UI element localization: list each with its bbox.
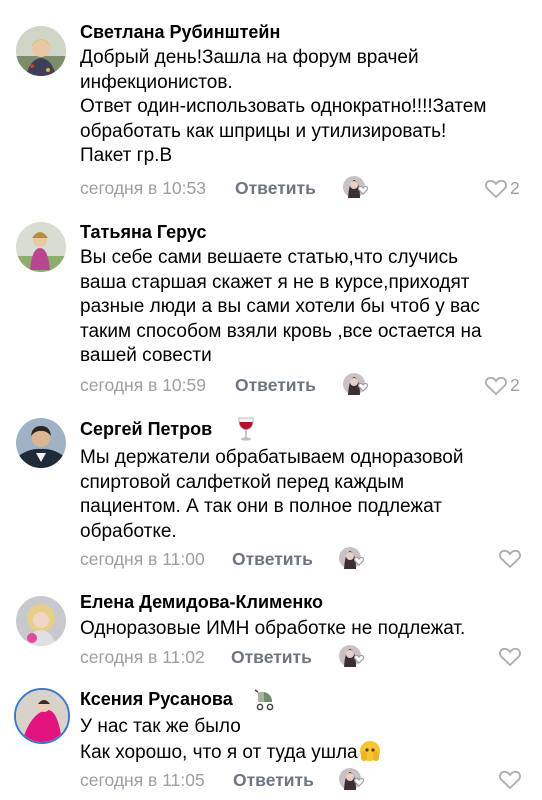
like-button[interactable]: [498, 647, 524, 667]
comment-text: Вы себе сами вешаете статью,что случись …: [80, 246, 528, 369]
avatar[interactable]: [16, 596, 66, 646]
reaction-avatar-icon[interactable]: [338, 545, 368, 571]
face-peeking-icon: [359, 740, 381, 770]
comment-meta: сегодня в 10:53 Ответить 2: [80, 176, 530, 200]
comment-text: Одноразовые ИМН обработке не подлежат.: [80, 617, 528, 642]
timestamp: сегодня в 11:02: [80, 647, 205, 667]
like-button[interactable]: 2: [484, 375, 520, 396]
heart-icon: [485, 376, 507, 395]
heart-icon: [499, 549, 521, 569]
comment-line: У нас так же было: [80, 716, 241, 737]
comment-line: спиртовой салфеткой перед каждым: [80, 471, 405, 493]
timestamp: сегодня в 10:59: [80, 375, 206, 395]
comment-line: разные люди а вы сами хотели бы чтоб у в…: [80, 296, 480, 317]
reply-button[interactable]: Ответить: [235, 178, 316, 199]
like-button[interactable]: 2: [484, 178, 520, 199]
comment-meta: сегодня в 11:05 Ответить: [80, 768, 530, 792]
reaction-avatar-icon[interactable]: [338, 643, 368, 669]
timestamp: сегодня в 10:53: [80, 178, 206, 198]
avatar[interactable]: [16, 222, 66, 272]
reply-button[interactable]: Ответить: [233, 770, 314, 791]
comment-line: обработать как шприцы и утилизировать!: [80, 120, 447, 142]
avatar[interactable]: [16, 418, 66, 468]
like-count: 2: [510, 178, 520, 198]
reply-button[interactable]: Ответить: [231, 647, 312, 668]
comment-line: пациентом. А так они в полное подлежат: [80, 496, 442, 517]
heart-icon: [499, 770, 521, 790]
comment-line: Пакет гр.В: [80, 145, 173, 166]
heart-icon: [485, 179, 507, 198]
comment-line: Как хорошо, что я от туда ушла: [80, 740, 528, 770]
timestamp: сегодня в 11:00: [80, 549, 205, 569]
comment-line: Одноразовые ИМН обработке не подлежат.: [80, 618, 466, 639]
comment-line: обработке.: [80, 520, 177, 542]
like-button[interactable]: [498, 770, 524, 790]
comment-meta: сегодня в 10:59 Ответить 2: [80, 373, 530, 397]
comment-line: Добрый день!Зашла на форум врачей: [80, 47, 419, 68]
author-name[interactable]: Светлана Рубинштейн: [80, 22, 280, 43]
reply-button[interactable]: Ответить: [235, 375, 316, 396]
comment-line: Ответ один-использовать однократно!!!!За…: [80, 96, 487, 117]
comment-line: вашей совести: [80, 345, 212, 366]
comment-line-text: Как хорошо, что я от туда ушла: [80, 741, 358, 763]
author-name[interactable]: Елена Демидова-Клименко: [80, 592, 323, 613]
comment-meta: сегодня в 11:00 Ответить: [80, 547, 530, 571]
reaction-avatar-icon[interactable]: [342, 174, 372, 200]
comment-line: инфекционистов.: [80, 71, 233, 93]
reaction-avatar-icon[interactable]: [342, 371, 372, 397]
comment-line: Мы держатели обрабатываем одноразовой: [80, 447, 464, 468]
comment-line: Вы себе сами вешаете статью,что случись: [80, 247, 459, 268]
avatar[interactable]: [16, 26, 66, 76]
comment-text: Добрый день!Зашла на форум врачей инфекц…: [80, 46, 528, 169]
reaction-avatar-icon[interactable]: [338, 766, 368, 792]
reply-button[interactable]: Ответить: [232, 549, 313, 570]
author-name[interactable]: Сергей Петров: [80, 419, 212, 440]
avatar[interactable]: [14, 688, 70, 744]
comment-text: Мы держатели обрабатываем одноразовой сп…: [80, 446, 528, 544]
like-count: 2: [510, 375, 520, 395]
wine-glass-icon: [236, 416, 256, 447]
heart-icon: [499, 647, 521, 667]
comment-meta: сегодня в 11:02 Ответить: [80, 645, 530, 669]
stroller-icon: [254, 688, 276, 717]
timestamp: сегодня в 11:05: [80, 770, 205, 790]
like-button[interactable]: [498, 549, 524, 569]
comment-line: таким способом взяли кровь ,все остается…: [80, 320, 482, 342]
author-name[interactable]: Ксения Русанова: [80, 689, 233, 710]
author-name[interactable]: Татьяна Герус: [80, 222, 206, 243]
comment-text: У нас так же было Как хорошо, что я от т…: [80, 715, 528, 769]
comment-line: ваша старшая скажет я не в курсе,приходя…: [80, 271, 470, 293]
